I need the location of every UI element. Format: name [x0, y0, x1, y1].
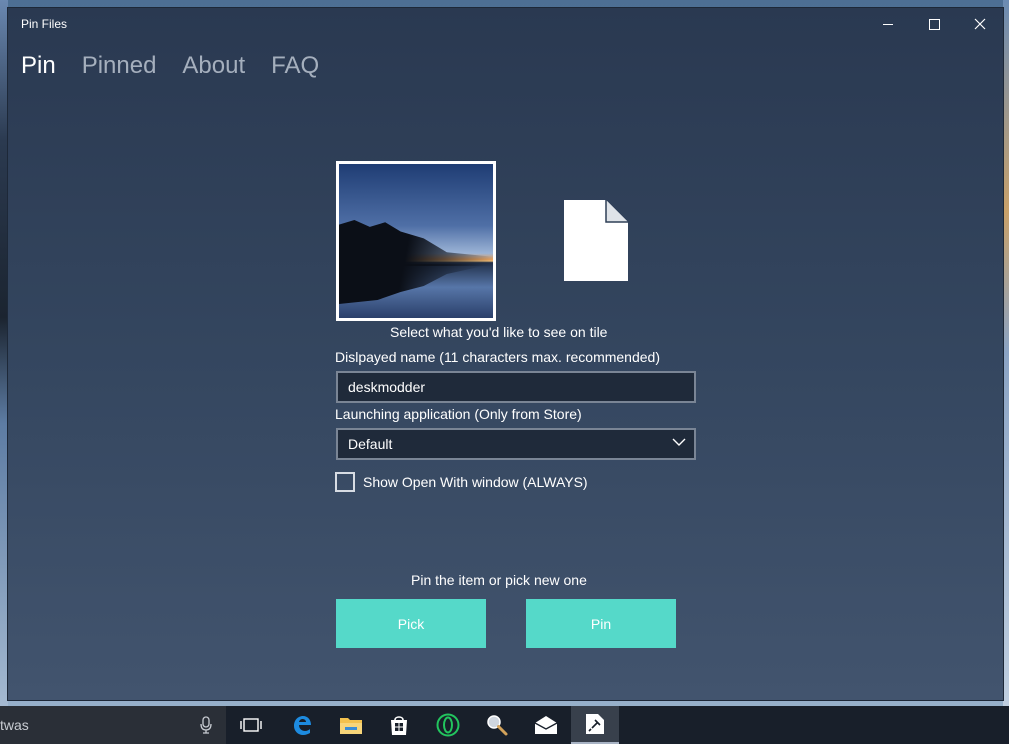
file-explorer-icon	[340, 718, 362, 734]
launch-app-dropdown[interactable]: Default	[336, 428, 696, 460]
file-explorer-button[interactable]	[327, 706, 375, 744]
display-name-input[interactable]	[336, 371, 696, 403]
title-bar[interactable]: Pin Files	[8, 8, 1003, 40]
minimize-icon	[883, 23, 893, 25]
pick-button[interactable]: Pick	[336, 599, 486, 648]
maximize-button[interactable]	[911, 8, 957, 40]
desktop-wallpaper-left	[0, 0, 8, 706]
magnifier-icon	[487, 715, 508, 736]
pin-info-text: Pin the item or pick new one	[411, 572, 587, 588]
nav-tab-pinned[interactable]: Pinned	[82, 50, 157, 82]
mail-icon	[534, 716, 558, 734]
app-window: Pin Files Pin Pinned About FAQ Select wh…	[8, 8, 1003, 700]
edge-button[interactable]	[278, 706, 326, 744]
landscape-reflection	[339, 264, 493, 304]
minimize-button[interactable]	[865, 8, 911, 40]
opera-icon	[436, 713, 460, 737]
top-nav: Pin Pinned About FAQ	[21, 50, 345, 82]
search-text: twas	[0, 717, 29, 733]
tile-select-label: Select what you'd like to see on tile	[390, 324, 608, 340]
nav-tab-about[interactable]: About	[182, 50, 245, 82]
pin-files-taskbar-button[interactable]	[571, 706, 619, 744]
maximize-icon	[928, 18, 940, 30]
landscape-trees	[339, 220, 493, 266]
open-with-checkbox[interactable]	[335, 472, 355, 492]
pin-button[interactable]: Pin	[526, 599, 676, 648]
magnifier-button[interactable]	[473, 706, 521, 744]
display-name-label: Dislpayed name (11 characters max. recom…	[335, 349, 660, 365]
store-icon	[391, 716, 407, 735]
mail-button[interactable]	[522, 706, 570, 744]
edge-icon	[294, 716, 311, 735]
store-button[interactable]	[375, 706, 423, 744]
taskbar-search-box[interactable]: twas	[0, 706, 226, 744]
chevron-down-icon	[672, 438, 686, 446]
nav-tab-faq[interactable]: FAQ	[271, 50, 319, 82]
nav-tab-pin[interactable]: Pin	[21, 50, 56, 82]
open-with-option[interactable]: Show Open With window (ALWAYS)	[335, 472, 588, 492]
launch-app-selected: Default	[348, 436, 393, 452]
mic-icon[interactable]	[200, 716, 212, 734]
desktop-wallpaper-right	[1003, 0, 1009, 706]
pin-files-icon	[586, 714, 604, 734]
tile-image-option[interactable]	[336, 161, 496, 321]
window-title: Pin Files	[21, 17, 68, 31]
task-view-icon	[240, 718, 262, 732]
launch-app-label: Launching application (Only from Store)	[335, 406, 582, 422]
opera-button[interactable]	[424, 706, 472, 744]
close-icon	[974, 18, 986, 30]
taskbar: twas	[0, 706, 1009, 744]
close-button[interactable]	[957, 8, 1003, 40]
task-view-button[interactable]	[227, 706, 275, 744]
open-with-label: Show Open With window (ALWAYS)	[363, 474, 588, 490]
document-icon[interactable]	[564, 200, 628, 281]
